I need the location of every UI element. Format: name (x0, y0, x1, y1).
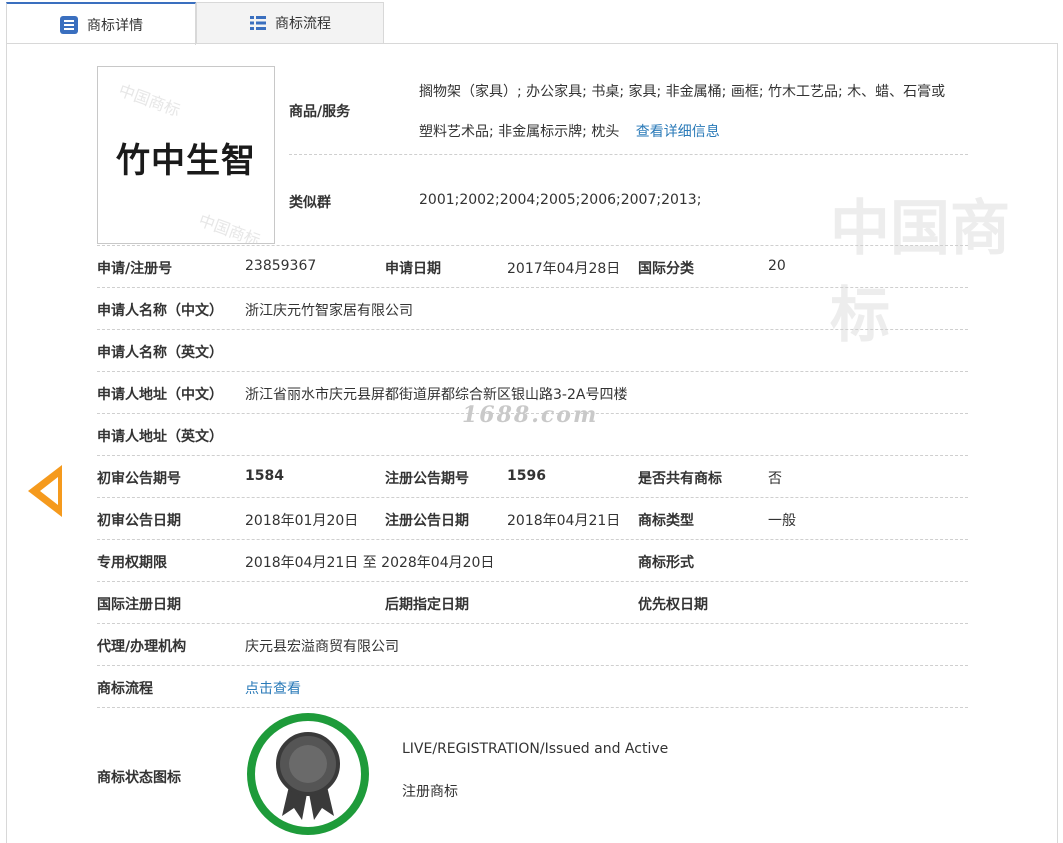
trademark-image: 中国商标 中国商标 竹中生智 (97, 66, 275, 244)
reg-no-value: 23859367 (245, 258, 317, 274)
tab-trademark-detail[interactable]: 商标详情 (6, 2, 196, 45)
similar-group-label: 类似群 (289, 195, 331, 211)
app-date-value: 2017年04月28日 (507, 261, 621, 277)
view-details-link[interactable]: 查看详细信息 (636, 124, 720, 140)
later-date-label: 后期指定日期 (385, 597, 469, 613)
reg-pub-no-value: 1596 (507, 468, 546, 484)
status-icon-label: 商标状态图标 (97, 770, 181, 786)
divider (97, 539, 968, 540)
agent-value: 庆元县宏溢商贸有限公司 (245, 639, 399, 655)
agent-label: 代理/办理机构 (97, 639, 187, 655)
document-list-icon (60, 15, 78, 34)
similar-group-value: 2001;2002;2004;2005;2006;2007;2013; (419, 192, 702, 208)
divider (97, 371, 968, 372)
divider (97, 497, 968, 498)
divider (289, 154, 968, 155)
trademark-text: 竹中生智 (116, 141, 256, 181)
goods-line-2: 塑料艺术品; 非金属标示牌; 枕头 查看详细信息 (419, 121, 720, 141)
reg-pub-date-value: 2018年04月21日 (507, 513, 621, 529)
process-label: 商标流程 (97, 681, 153, 697)
logo-watermark: 中国商标 (116, 80, 183, 121)
list-icon (250, 16, 266, 30)
prelim-no-value: 1584 (245, 468, 284, 484)
tab-label: 商标详情 (87, 17, 143, 34)
process-view-link[interactable]: 点击查看 (245, 678, 301, 698)
address-en-label: 申请人地址（英文） (97, 429, 223, 445)
status-en-text: LIVE/REGISTRATION/Issued and Active (402, 741, 669, 757)
applicant-cn-label: 申请人名称（中文） (97, 303, 223, 319)
divider (97, 665, 968, 666)
goods-line-2-text: 塑料艺术品; 非金属标示牌; 枕头 (419, 124, 620, 140)
divider (97, 623, 968, 624)
reg-no-label: 申请/注册号 (97, 261, 173, 277)
prelim-date-value: 2018年01月20日 (245, 513, 359, 529)
address-cn-label: 申请人地址（中文） (97, 387, 223, 403)
type-value: 一般 (768, 513, 796, 529)
form-label: 商标形式 (638, 555, 694, 571)
prelim-no-label: 初审公告期号 (97, 471, 181, 487)
divider (97, 245, 968, 246)
status-cn-text: 注册商标 (402, 784, 458, 800)
goods-line-1: 搁物架（家具）; 办公家具; 书桌; 家具; 非金属桶; 画框; 竹木工艺品; … (419, 84, 946, 100)
award-ribbon-icon (247, 713, 369, 835)
reg-pub-no-label: 注册公告期号 (385, 471, 469, 487)
divider (97, 707, 968, 708)
tab-trademark-process[interactable]: 商标流程 (196, 2, 384, 43)
intl-reg-date-label: 国际注册日期 (97, 597, 181, 613)
divider (97, 329, 968, 330)
logo-watermark: 中国商标 (196, 210, 263, 244)
divider (97, 455, 968, 456)
applicant-cn-value: 浙江庆元竹智家居有限公司 (245, 303, 413, 319)
exclusive-label: 专用权期限 (97, 555, 167, 571)
prelim-date-label: 初审公告日期 (97, 513, 181, 529)
address-cn-value: 浙江省丽水市庆元县屏都街道屏都综合新区银山路3-2A号四楼 (245, 387, 628, 403)
shared-label: 是否共有商标 (638, 471, 722, 487)
priority-label: 优先权日期 (638, 597, 708, 613)
tab-bar: 商标详情 商标流程 (0, 0, 1063, 45)
tab-label: 商标流程 (275, 16, 331, 32)
divider (97, 287, 968, 288)
shared-value: 否 (768, 471, 782, 487)
intl-class-value: 20 (768, 258, 786, 274)
divider (97, 581, 968, 582)
goods-label: 商品/服务 (289, 104, 351, 120)
previous-arrow-icon[interactable] (28, 465, 62, 517)
intl-class-label: 国际分类 (638, 261, 694, 277)
type-label: 商标类型 (638, 513, 694, 529)
applicant-en-label: 申请人名称（英文） (97, 345, 223, 361)
site-watermark: 1688.com (462, 402, 599, 428)
app-date-label: 申请日期 (385, 261, 441, 277)
exclusive-value: 2018年04月21日 至 2028年04月20日 (245, 555, 495, 571)
reg-pub-date-label: 注册公告日期 (385, 513, 469, 529)
